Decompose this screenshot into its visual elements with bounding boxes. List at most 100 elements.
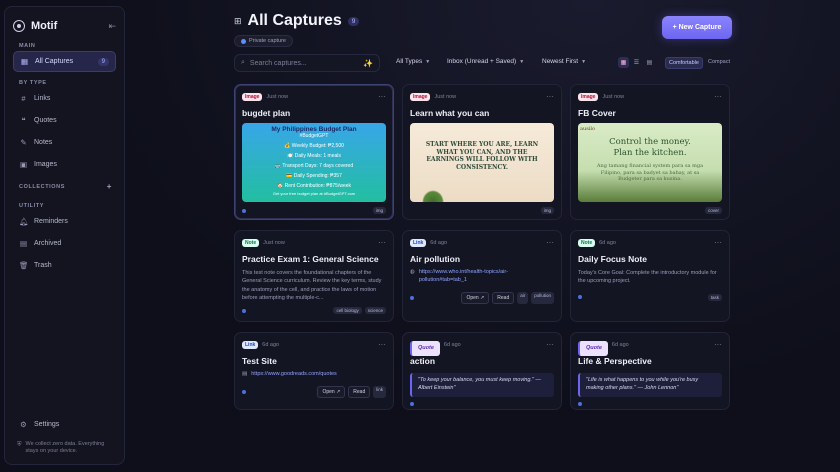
type-filter-select[interactable]: All Types ▼ [396,58,430,65]
sidebar-item-links[interactable]: # Links [13,88,116,108]
status-dot [242,389,246,394]
card-title: action [410,356,436,366]
sidebar-item-images[interactable]: ▣ Images [13,154,116,174]
search-icon: ⌕ [241,59,245,66]
section-utility-label: UTILITY [19,203,44,209]
density-compact-button[interactable]: Compact [705,57,733,69]
sidebar-item-label: Reminders [34,217,68,225]
sidebar-item-reminders[interactable]: 🔔︎ Reminders [13,211,116,231]
status-filter-select[interactable]: Inbox (Unread + Saved) ▼ [447,58,524,65]
tag[interactable]: cell biology [333,307,362,314]
tag[interactable]: task [707,293,722,301]
card-thumbnail[interactable]: My Philippines Budget Plan #BudgetGPT 💰 … [242,123,386,202]
card-thumbnail[interactable]: START WHERE YOU ARE, LEARN WHAT YOU CAN,… [410,123,554,202]
grid-view-icon[interactable]: ▦ [618,57,629,68]
type-badge: Image [578,93,599,101]
open-button[interactable]: Open ↗ [461,292,490,305]
sparkle-icon[interactable]: ✨ [363,59,373,68]
capture-card[interactable]: Note 6d ago ··· Daily Focus Note Today's… [570,230,730,322]
more-options-icon[interactable]: ··· [378,341,386,349]
card-quote: "To keep your balance, you must keep mov… [410,373,554,397]
read-button[interactable]: Read [348,385,371,398]
privacy-note: ⛨ We collect zero data. Everything stays… [13,441,116,456]
sidebar-item-notes[interactable]: ✎ Notes [13,132,116,152]
tag[interactable]: img [372,207,386,214]
more-options-icon[interactable]: ··· [546,341,554,349]
title-count-badge: 9 [347,16,360,26]
sidebar-item-quotes[interactable]: ❝ Quotes [13,110,116,130]
tag[interactable]: img [540,207,554,214]
tag[interactable]: science [364,307,386,314]
search-input[interactable]: ⌕ Search captures... ✨ [234,54,380,72]
capture-card[interactable]: Quote 6d ago ··· action "To keep your ba… [402,332,562,410]
more-options-icon[interactable]: ··· [378,93,386,101]
more-options-icon[interactable]: ··· [378,239,386,247]
sidebar-item-settings[interactable]: ⚙ Settings [13,415,116,435]
sidebar-item-label: Notes [34,138,53,146]
capture-card[interactable]: Image Just now ··· FB Cover ausilo Contr… [570,84,730,220]
globe-icon: ◍ [410,269,415,275]
title-row: ⊞ All Captures 9 [234,12,732,30]
card-footer [410,401,554,406]
private-capture-label: Private capture [249,38,286,44]
capture-card[interactable]: Link 6d ago ··· Test Site ▤ https://www.… [234,332,394,410]
capture-card[interactable]: Image Just now ··· Learn what you can ST… [402,84,562,220]
card-title: Daily Focus Note [578,254,647,264]
plant-illustration-icon [422,190,444,202]
add-collection-icon[interactable]: + [107,182,112,191]
open-button[interactable]: Open ↗ [317,385,346,398]
card-time: Just now [602,94,625,100]
pen-icon: ✎ [20,137,27,147]
capture-card[interactable]: Image Just now ··· bugdet plan My Philip… [234,84,394,220]
collapse-sidebar-icon[interactable]: ⇤ [108,21,116,32]
card-title: Life & Perspective [578,356,652,366]
status-dot [578,401,582,406]
sidebar-item-all-captures[interactable]: ▦ All Captures 9 [13,51,116,72]
card-time: Just now [266,94,289,100]
card-url[interactable]: ◍ https://www.who.int/health-topics/air-… [410,269,554,284]
tag[interactable]: pollution [531,292,554,305]
card-time: 6d ago [599,240,616,246]
type-badge: Link [410,239,427,247]
grid-icon: ⊞ [234,15,242,26]
sort-value: Newest First [542,58,579,65]
card-meta: Image Just now ··· [410,92,554,102]
new-capture-button[interactable]: + New Capture [662,16,732,39]
sidebar-item-trash[interactable]: 🗑︎ Trash [13,255,116,275]
status-filter-value: Inbox (Unread + Saved) [447,58,517,65]
trash-icon: 🗑︎ [19,260,29,270]
tag[interactable]: cover [704,207,722,214]
tag[interactable]: air [517,292,529,305]
card-thumbnail[interactable]: ausilo Control the money. Plan the kitch… [578,123,722,202]
card-title: Test Site [242,356,277,366]
capture-card[interactable]: Link 6d ago ··· Air pollution ◍ https://… [402,230,562,322]
shield-icon: ⛨ [17,441,22,448]
read-button[interactable]: Read [492,292,515,305]
card-url[interactable]: ▤ https://www.goodreads.com/quotes [242,371,386,379]
sidebar-item-archived[interactable]: ▤ Archived [13,233,116,253]
sidebar: Motif ⇤ MAIN ▦ All Captures 9 BY TYPE # … [4,6,125,465]
thumb-line: 🏠 Rent Contribution: ₱875/week [276,183,352,189]
thumb-line: 🚌 Transport Days: 7 days covered [274,163,354,169]
list-view-icon[interactable]: ☰ [631,57,642,68]
private-capture-pill[interactable]: Private capture [234,35,293,47]
density-comfortable-button[interactable]: Comfortable [665,57,703,69]
thumb-title: My Philippines Budget Plan [271,126,357,133]
sort-select[interactable]: Newest First ▼ [542,58,586,65]
more-options-icon[interactable]: ··· [714,239,722,247]
card-footer [578,401,722,406]
more-options-icon[interactable]: ··· [546,93,554,101]
tag[interactable]: link [373,385,386,398]
thumb-sub: #BudgetGPT [299,133,329,139]
table-view-icon[interactable]: ▤ [644,57,655,68]
capture-card[interactable]: Note Just now ··· Practice Exam 1: Gener… [234,230,394,322]
thumb-quote-text: START WHERE YOU ARE, LEARN WHAT YOU CAN,… [425,141,539,171]
thumb-headline: Control the money. Plan the kitchen. [609,137,691,159]
more-options-icon[interactable]: ··· [714,341,722,349]
more-options-icon[interactable]: ··· [546,239,554,247]
capture-card[interactable]: Quote 6d ago ··· Life & Perspective "Lif… [570,332,730,410]
more-options-icon[interactable]: ··· [714,93,722,101]
sidebar-item-label: Links [34,94,51,102]
card-footer: cell biology science [242,307,386,314]
sidebar-item-label: Trash [34,261,52,269]
